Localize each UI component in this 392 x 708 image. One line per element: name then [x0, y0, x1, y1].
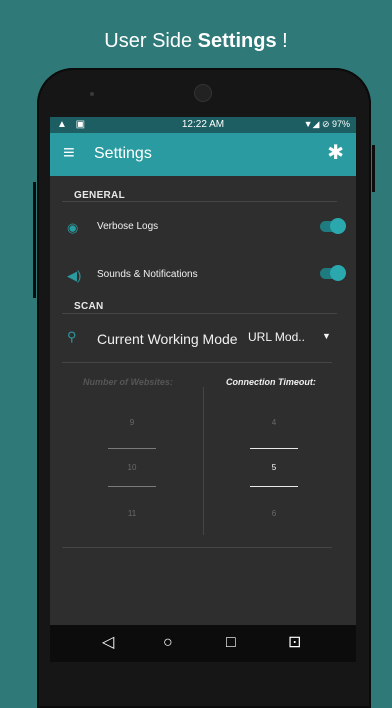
navigation-bar: ◁ ○ □ ⊡ — [50, 625, 356, 662]
menu-key-icon[interactable]: ⊡ — [288, 634, 301, 652]
working-mode-select[interactable]: URL Mod.. — [248, 330, 305, 344]
toggle-knob — [330, 218, 346, 234]
app-bar: ≡ Settings ✱ — [50, 133, 356, 176]
speaker-icon: ◀) — [67, 268, 82, 283]
picker-value-selected: 10 — [127, 463, 137, 472]
promo-banner: User Side Settings ! — [0, 30, 392, 53]
search-icon: ⚲ — [67, 329, 77, 344]
device-screen: ▲ ▣ 12:22 AM ▼◢ ⊘ 97% ≡ Settings ✱ GENER… — [50, 117, 356, 662]
status-system-icons: ▼◢ ⊘ 97% — [303, 119, 350, 129]
toggle-knob — [330, 265, 346, 281]
front-sensor — [90, 92, 94, 96]
picker-selection-line — [108, 448, 156, 449]
picker-value: 11 — [127, 509, 137, 518]
working-mode-label: Current Working Mode — [97, 331, 238, 347]
volume-button — [33, 182, 36, 298]
banner-prefix: User Side — [104, 30, 198, 52]
menu-icon[interactable]: ≡ — [63, 142, 75, 164]
section-divider — [62, 313, 337, 314]
page-title: Settings — [94, 145, 152, 162]
picker-selection-line — [108, 486, 156, 487]
picker-separator — [203, 387, 204, 535]
picker-selection-line — [250, 486, 298, 487]
picker-selection-line — [250, 448, 298, 449]
front-camera — [194, 84, 212, 102]
banner-suffix: ! — [276, 30, 288, 52]
eye-icon: ◉ — [67, 220, 79, 235]
gear-icon[interactable]: ✱ — [327, 142, 344, 164]
home-icon[interactable]: ○ — [163, 634, 173, 652]
section-header-general: GENERAL — [74, 190, 125, 201]
picker-value: 9 — [129, 418, 135, 427]
section-header-scan: SCAN — [74, 301, 104, 312]
picker-value: 4 — [271, 418, 277, 427]
picker-value-selected: 5 — [271, 463, 277, 472]
websites-picker-label: Number of Websites: — [83, 377, 173, 387]
sounds-toggle[interactable] — [320, 265, 346, 281]
row-divider — [62, 362, 332, 363]
picker-value: 6 — [271, 509, 277, 518]
verbose-logs-label: Verbose Logs — [97, 221, 159, 232]
banner-bold: Settings — [197, 30, 277, 52]
timeout-picker-label: Connection Timeout: — [226, 377, 316, 387]
row-divider — [62, 547, 332, 548]
recents-icon[interactable]: □ — [226, 634, 236, 652]
chevron-down-icon[interactable]: ▼ — [322, 331, 331, 341]
status-bar: ▲ ▣ 12:22 AM ▼◢ ⊘ 97% — [50, 117, 356, 133]
back-icon[interactable]: ◁ — [102, 634, 114, 652]
sounds-label: Sounds & Notifications — [97, 269, 198, 280]
power-button — [372, 145, 375, 192]
section-divider — [62, 201, 337, 202]
verbose-logs-toggle[interactable] — [320, 218, 346, 234]
